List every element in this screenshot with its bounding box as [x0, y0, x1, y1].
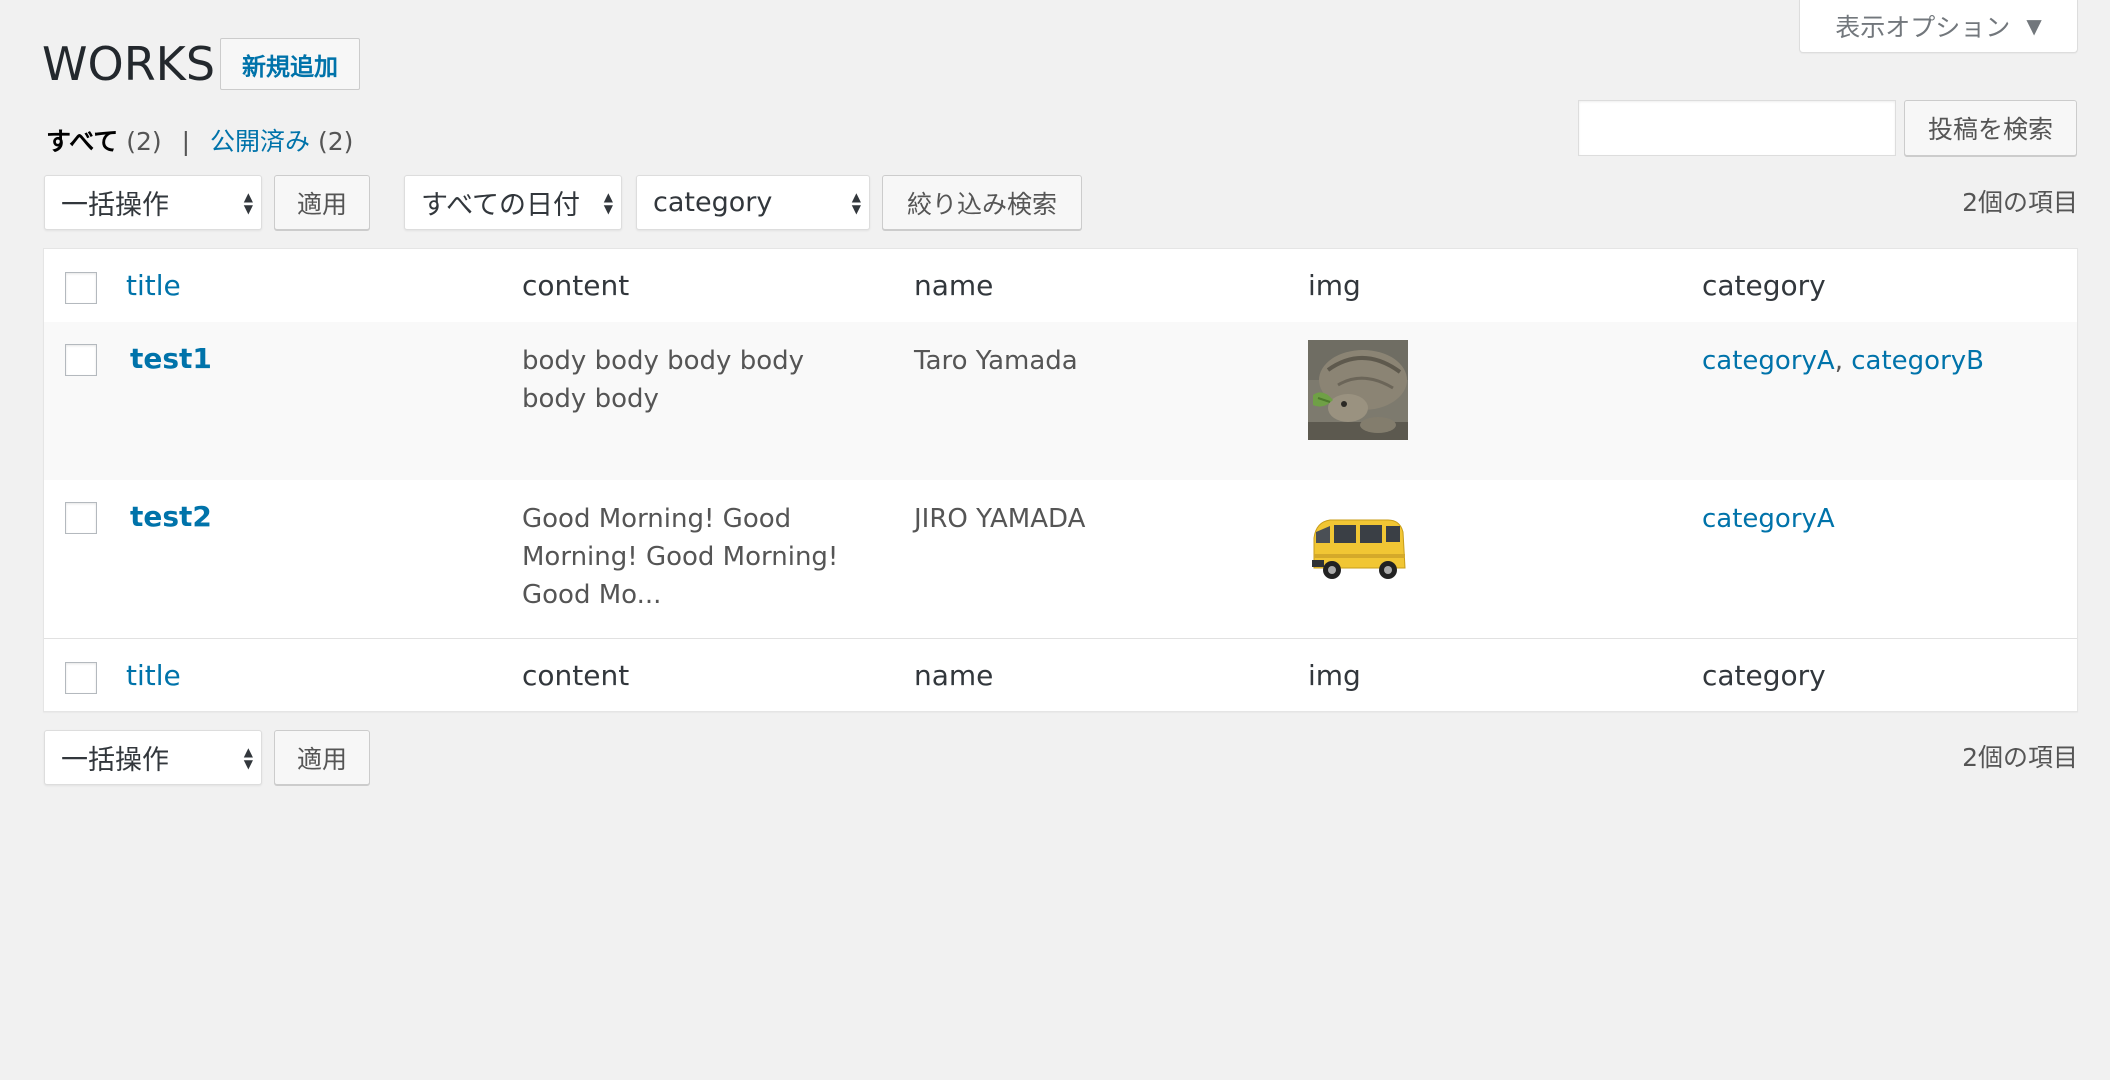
table-footer: title content name img category [44, 638, 2077, 712]
category-link[interactable]: categoryA [1702, 346, 1835, 376]
select-all-checkbox[interactable] [65, 272, 97, 304]
add-new-button[interactable]: 新規追加 [220, 38, 360, 90]
column-footer-title[interactable]: title [126, 639, 181, 712]
select-arrows-icon: ▲ ▼ [851, 189, 861, 216]
bulk-action-select-top[interactable]: 一括操作 ▲ ▼ [44, 175, 262, 230]
column-header-title[interactable]: title [126, 249, 181, 322]
column-footer-content: content [522, 659, 630, 692]
select-arrows-icon: ▲ ▼ [603, 189, 613, 216]
post-content: Good Morning! Good Morning! Good Morning… [522, 504, 839, 610]
column-footer-category: category [1702, 659, 1826, 692]
date-filter-select[interactable]: すべての日付 ▲ ▼ [404, 175, 622, 230]
row-checkbox[interactable] [65, 344, 97, 376]
bulk-action-value: 一括操作 [61, 190, 169, 221]
view-published-count: (2) [317, 127, 354, 156]
column-header-category: category [1702, 269, 1826, 302]
caret-down-icon: ▼ [2026, 14, 2042, 38]
select-arrows-icon: ▲ ▼ [243, 744, 253, 771]
table-row: test1 body body body body body body Taro… [44, 322, 2077, 480]
category-filter-value: category [653, 187, 773, 218]
column-header-img: img [1308, 269, 1361, 302]
post-name: JIRO YAMADA [914, 504, 1086, 534]
select-arrows-icon: ▲ ▼ [243, 189, 253, 216]
post-title-link[interactable]: test2 [130, 498, 212, 536]
column-footer-img: img [1308, 659, 1361, 692]
items-count-top: 2個の項目 [1962, 188, 2078, 217]
post-categories: categoryA [1702, 500, 1835, 538]
yellow-car-photo [1308, 498, 1408, 598]
post-name: Taro Yamada [914, 346, 1078, 376]
category-link[interactable]: categoryA [1702, 504, 1835, 534]
filter-button[interactable]: 絞り込み検索 [882, 175, 1082, 230]
view-all-link[interactable]: すべて [46, 127, 118, 156]
column-footer-name: name [914, 659, 994, 692]
date-filter-value: すべての日付 [421, 190, 581, 221]
table-header: title content name img category [44, 249, 2077, 323]
bulk-action-select-bottom[interactable]: 一括操作 ▲ ▼ [44, 730, 262, 785]
bulk-action-value: 一括操作 [61, 745, 169, 776]
page-title: WORKS [42, 37, 216, 91]
apply-button-bottom[interactable]: 適用 [274, 730, 370, 785]
view-published-link[interactable]: 公開済み [210, 127, 310, 156]
post-status-views: すべて (2) | 公開済み (2) [46, 124, 353, 160]
row-checkbox[interactable] [65, 502, 97, 534]
select-all-checkbox[interactable] [65, 662, 97, 694]
post-content: body body body body body body [522, 346, 805, 414]
screen-options-label: 表示オプション [1835, 13, 2011, 42]
view-separator: | [181, 127, 191, 156]
post-categories: categoryA, categoryB [1702, 342, 1984, 380]
view-all-count: (2) [126, 127, 162, 156]
search-button[interactable]: 投稿を検索 [1904, 100, 2077, 156]
posts-table: title content name img category test1 bo… [43, 248, 2078, 712]
search-input[interactable] [1578, 100, 1896, 156]
category-link[interactable]: categoryB [1851, 346, 1984, 376]
apply-button-top[interactable]: 適用 [274, 175, 370, 230]
column-header-name: name [914, 269, 994, 302]
category-separator: , [1834, 346, 1843, 376]
screen-options-toggle[interactable]: 表示オプション ▼ [1799, 0, 2078, 53]
table-row: test2 Good Morning! Good Morning! Good M… [44, 480, 2077, 638]
category-filter-select[interactable]: category ▲ ▼ [636, 175, 870, 230]
items-count-bottom: 2個の項目 [1962, 743, 2078, 772]
tortoise-photo [1308, 340, 1408, 440]
column-header-content: content [522, 269, 630, 302]
post-title-link[interactable]: test1 [130, 340, 212, 378]
